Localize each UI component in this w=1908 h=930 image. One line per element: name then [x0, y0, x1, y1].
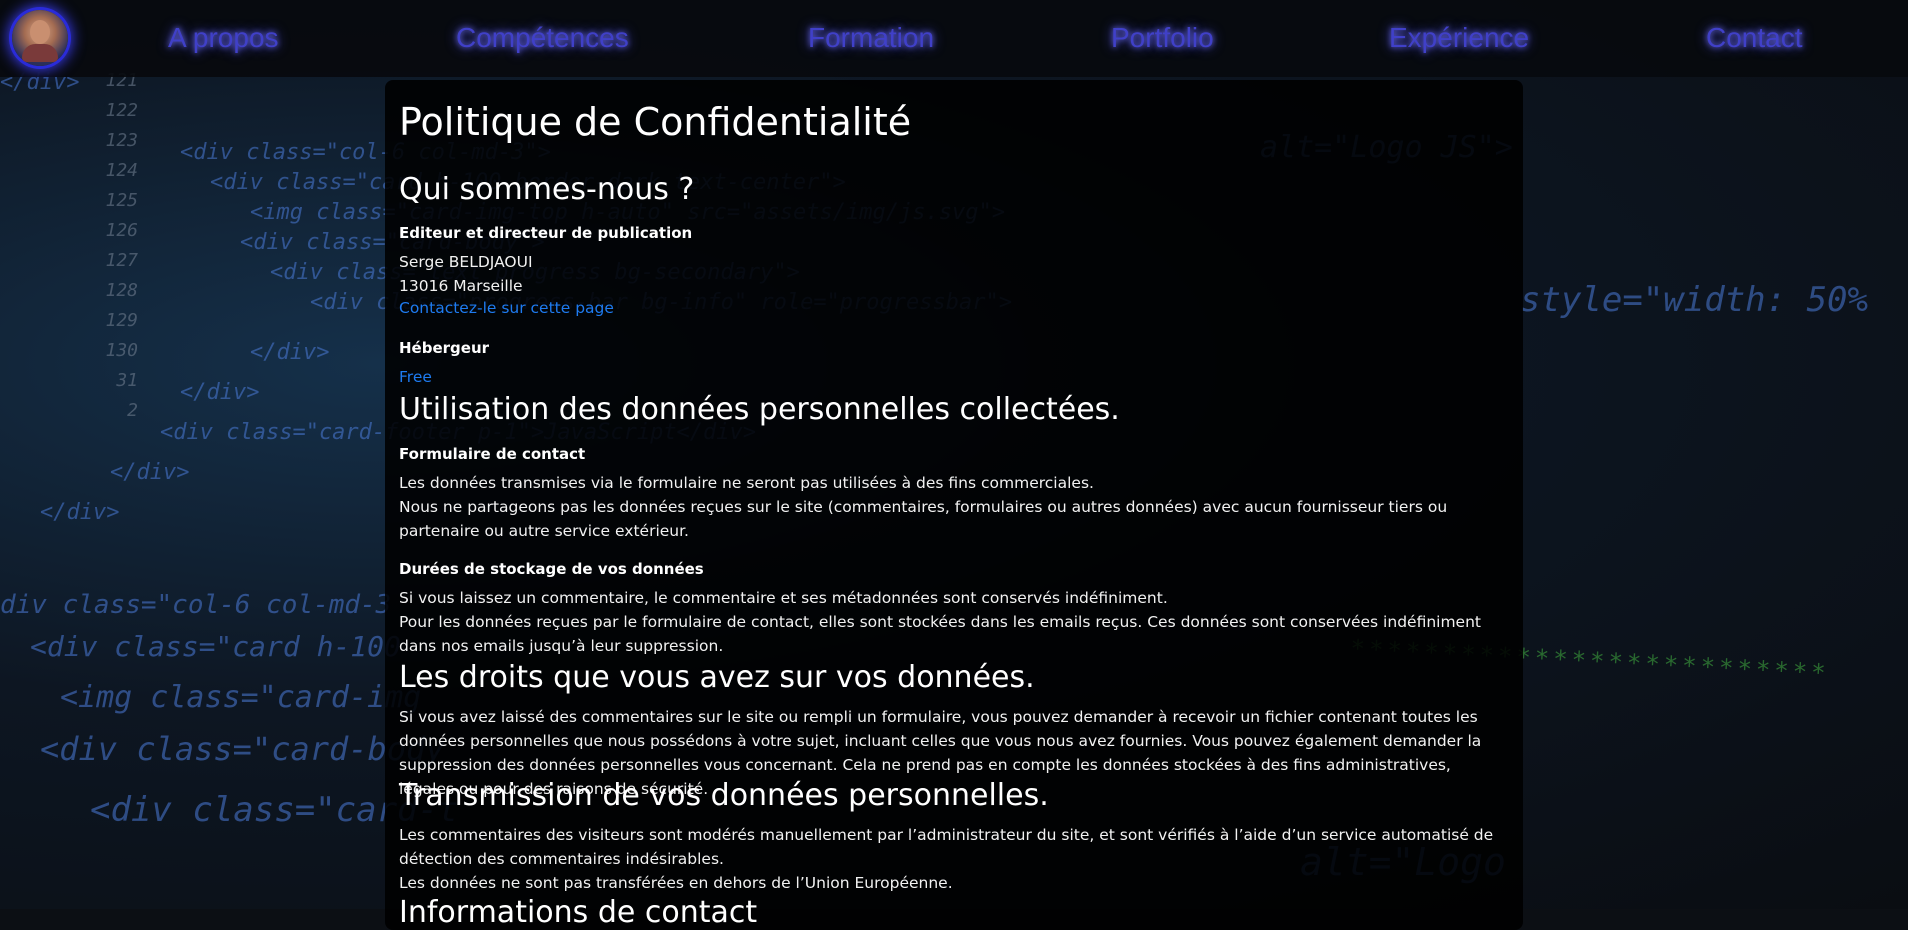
nav-link-experience[interactable]: Expérience — [1389, 22, 1529, 54]
storage-label: Durées de stockage de vos données — [399, 560, 704, 578]
line-number-gutter: 121 122 123 124 125 126 127 128 129 130 31 2 — [105, 70, 138, 421]
storage-text-1: Si vous laissez un commentaire, le comme… — [399, 589, 1168, 607]
top-navbar: A propos Compétences Formation Portfolio… — [0, 0, 1908, 77]
background-code-line: <img class="card-img — [60, 680, 422, 715]
transmission-text-1: Les commentaires des visiteurs sont modé… — [399, 826, 1494, 868]
publisher-label: Editeur et directeur de publication — [399, 224, 693, 242]
host-label: Hébergeur — [399, 339, 490, 357]
background-code-line: div class="col-6 col-md-3 — [0, 590, 392, 620]
nav-link-competences[interactable]: Compétences — [456, 22, 629, 54]
avatar-shirt — [22, 44, 58, 62]
section-heading-contact: Informations de contact — [399, 895, 758, 930]
background-code-line: <div class="card h-100 — [30, 630, 401, 663]
contact-page-link[interactable]: Contactez-le sur cette page — [399, 299, 614, 317]
background-code-line: </div> — [40, 500, 120, 525]
publisher-name: Serge BELDJAOUI — [399, 253, 533, 271]
avatar[interactable] — [12, 10, 68, 66]
background-code-line: </div> — [110, 460, 190, 485]
background-code-line: <div class="card-body — [40, 730, 445, 768]
avatar-face — [30, 20, 50, 44]
section-heading-usage: Utilisation des données personnelles col… — [399, 392, 1120, 427]
privacy-policy-card: Politique de Confidentialité Qui sommes-… — [385, 80, 1523, 930]
nav-link-contact[interactable]: Contact — [1706, 22, 1803, 54]
background-code-line: style="width: 50% — [1520, 280, 1868, 320]
form-text-1: Les données transmises via le formulaire… — [399, 474, 1094, 492]
transmission-text-2: Les données ne sont pas transférées en d… — [399, 874, 953, 892]
publisher-city: 13016 Marseille — [399, 277, 523, 295]
background-code-line: </div> — [250, 340, 330, 365]
form-text-2: Nous ne partageons pas les données reçue… — [399, 498, 1448, 540]
contact-form-label: Formulaire de contact — [399, 445, 586, 463]
background-code-line: </div> — [180, 380, 260, 405]
nav-link-portfolio[interactable]: Portfolio — [1111, 22, 1214, 54]
host-link[interactable]: Free — [399, 368, 432, 386]
nav-link-a-propos[interactable]: A propos — [168, 22, 279, 54]
storage-text-2: Pour les données reçues par le formulair… — [399, 613, 1481, 655]
section-heading-rights: Les droits que vous avez sur vos données… — [399, 660, 1035, 695]
section-heading-transmission: Transmission de vos données personnelles… — [399, 778, 1049, 813]
page-title: Politique de Confidentialité — [399, 100, 912, 144]
nav-link-formation[interactable]: Formation — [808, 22, 934, 54]
section-heading-who: Qui sommes-nous ? — [399, 172, 695, 207]
